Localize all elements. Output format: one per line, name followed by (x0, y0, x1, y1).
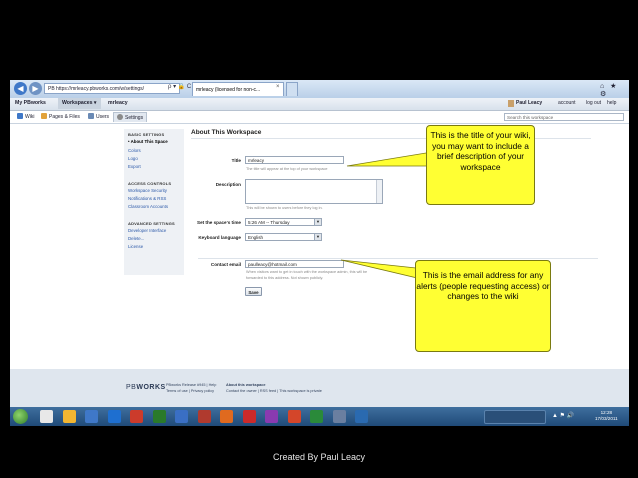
footer-about-links[interactable]: Contact the owner | RSS feed | This work… (226, 389, 322, 393)
taskbar-app-icon[interactable] (85, 410, 98, 423)
title-callout: This is the title of your wiki, you may … (426, 125, 535, 205)
taskbar-app-icon[interactable] (265, 410, 278, 423)
taskbar-app-icon[interactable] (62, 410, 76, 423)
taskbar-app-icon[interactable] (310, 410, 323, 423)
screenshot-frame: ◀ ▶ PB https://mrleacy.pbworks.com/w/set… (10, 80, 629, 426)
taskbar-app-icon[interactable] (40, 410, 53, 423)
taskbar-app-icon[interactable] (107, 410, 121, 423)
taskbar-app-icon[interactable] (242, 410, 256, 423)
taskbar-app-icon[interactable] (287, 410, 301, 423)
tray-icons[interactable]: ▲ ⚑ 🔊 (552, 412, 574, 419)
taskbar-app-icon[interactable] (220, 410, 233, 423)
taskbar-app-icon[interactable] (175, 410, 188, 423)
slide-caption: Created By Paul Leacy (272, 452, 366, 462)
media-controls[interactable] (484, 410, 546, 424)
taskbar-clock[interactable]: 12:28 17/03/2011 (595, 410, 618, 422)
footer-about-heading: About this workspace (226, 383, 266, 387)
windows-taskbar: ▲ ⚑ 🔊 12:28 17/03/2011 (10, 407, 629, 426)
pbworks-logo: PBWORKS (126, 384, 166, 391)
taskbar-app-icon[interactable] (355, 410, 368, 423)
taskbar-app-icon[interactable] (152, 410, 166, 423)
footer-terms[interactable]: Terms of use | Privacy policy (166, 389, 214, 393)
start-button[interactable] (13, 409, 28, 424)
taskbar-app-icon[interactable] (197, 410, 211, 423)
taskbar-app-icon[interactable] (130, 410, 143, 423)
email-callout: This is the email address for any alerts… (415, 260, 551, 352)
taskbar-app-icon[interactable] (332, 410, 346, 423)
footer-release[interactable]: PBworks Release #945 | Help (166, 383, 216, 387)
